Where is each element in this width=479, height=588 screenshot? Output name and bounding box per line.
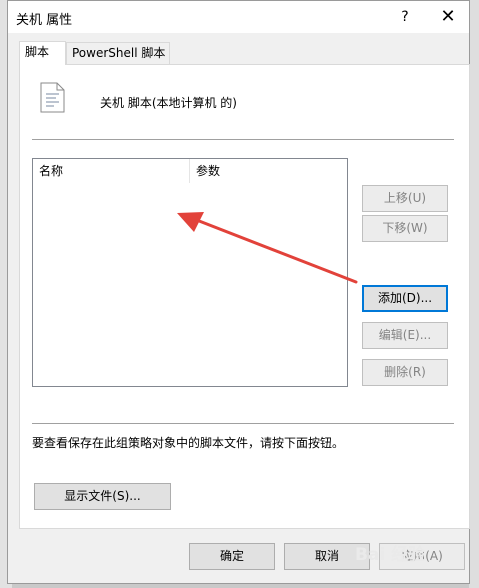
tab-scripts[interactable]: 脚本 xyxy=(19,41,66,65)
annotation-arrow-icon xyxy=(177,212,358,284)
watermark-text: Bai 经验 xyxy=(355,545,426,565)
watermark-logo: Bai 经验 xyxy=(355,538,470,572)
